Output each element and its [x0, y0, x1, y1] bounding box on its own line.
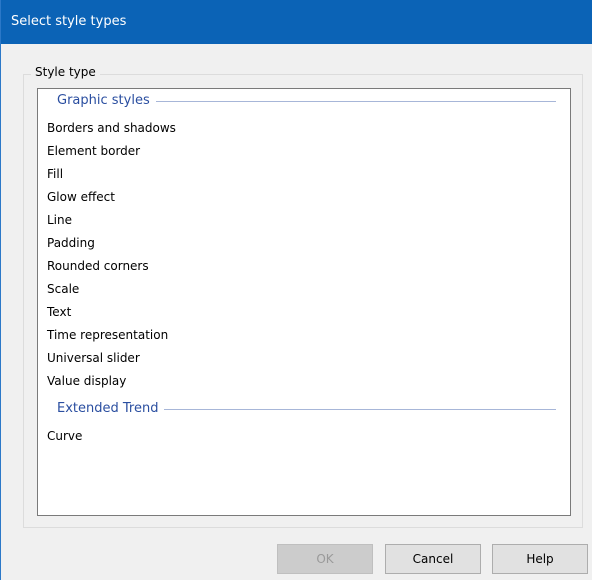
list-item[interactable]: Curve [47, 428, 82, 444]
list-item[interactable]: Scale [47, 281, 79, 297]
group-header-label: Extended Trend [57, 400, 165, 418]
cancel-button[interactable]: Cancel [385, 544, 481, 574]
list-item[interactable]: Text [47, 304, 71, 320]
style-type-list[interactable]: Graphic styles Borders and shadows Eleme… [37, 88, 571, 516]
list-item[interactable]: Value display [47, 373, 126, 389]
help-button[interactable]: Help [492, 544, 588, 574]
select-style-types-dialog: Select style types Style type Graphic st… [0, 0, 592, 580]
list-item[interactable]: Universal slider [47, 350, 140, 366]
ok-button[interactable]: OK [277, 544, 373, 574]
dialog-title: Select style types [1, 0, 592, 44]
group-header-graphic-styles: Graphic styles [38, 92, 570, 110]
group-header-label: Graphic styles [57, 92, 156, 110]
list-item[interactable]: Element border [47, 143, 140, 159]
list-item[interactable]: Time representation [47, 327, 168, 343]
list-item[interactable]: Line [47, 212, 72, 228]
list-item[interactable]: Glow effect [47, 189, 115, 205]
list-item[interactable]: Rounded corners [47, 258, 149, 274]
list-item[interactable]: Borders and shadows [47, 120, 176, 136]
list-item[interactable]: Padding [47, 235, 95, 251]
list-item[interactable]: Fill [47, 166, 63, 182]
style-type-group-label: Style type [31, 64, 100, 80]
group-header-extended-trend: Extended Trend [38, 400, 570, 418]
